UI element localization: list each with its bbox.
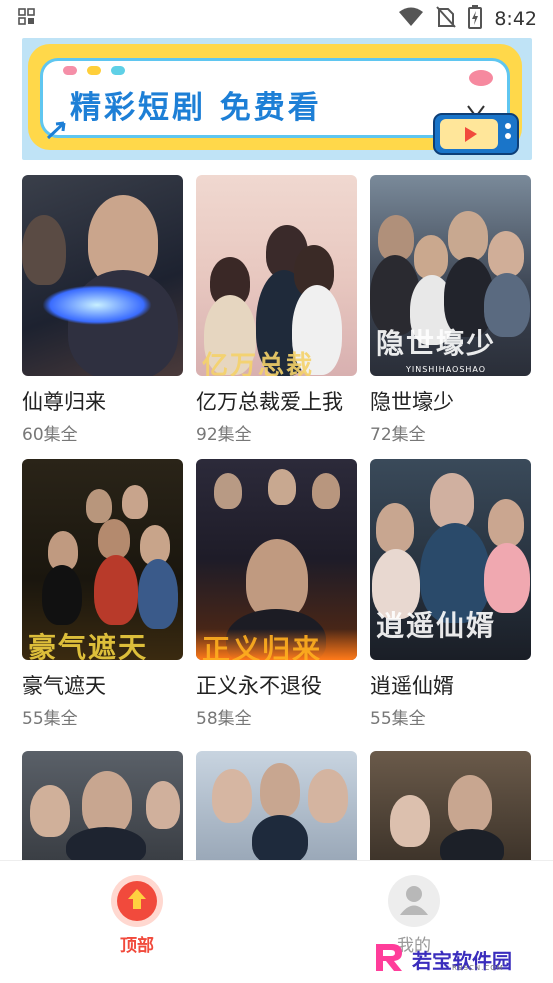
no-sim-icon	[436, 6, 457, 32]
poster-subtitle: YINSHIHAOSHAO	[406, 365, 487, 374]
drama-poster[interactable]: 亿万总裁	[196, 175, 357, 376]
drama-card[interactable]: 逍遥仙婿 逍遥仙婿 55集全	[370, 459, 531, 729]
drama-title: 逍遥仙婿	[370, 674, 454, 698]
drama-card[interactable]: 仙尊归来 60集全	[22, 175, 183, 445]
drama-card[interactable]	[22, 751, 183, 861]
tv-icon	[432, 102, 522, 158]
poster-overlay-text: 隐世壕少	[376, 327, 497, 360]
drama-episodes: 55集全	[370, 709, 426, 729]
cursor-arrow-icon	[46, 120, 68, 144]
avatar	[388, 875, 440, 927]
banner-dot-cyan	[111, 66, 125, 75]
watermark-logo-icon	[372, 940, 406, 978]
drama-episodes: 60集全	[22, 425, 78, 445]
drama-episodes: 55集全	[22, 709, 78, 729]
promo-banner[interactable]: 精彩短剧 免费看	[22, 38, 532, 160]
drama-poster[interactable]	[196, 751, 357, 861]
battery-charging-icon	[468, 5, 483, 33]
drama-card[interactable]	[370, 751, 531, 861]
drama-card[interactable]: 正义归来 正义永不退役 58集全	[196, 459, 357, 729]
nav-top-button[interactable]: 顶部	[111, 875, 163, 956]
drama-title: 豪气遮天	[22, 674, 106, 698]
drama-card[interactable]: 亿万总裁 亿万总裁爱上我 92集全	[196, 175, 357, 445]
drama-card[interactable]: 隐世壕少 YINSHIHAOSHAO 隐世壕少 72集全	[370, 175, 531, 445]
drama-title: 隐世壕少	[370, 390, 454, 414]
banner-dot-pink	[63, 66, 77, 75]
banner-dot-yellow	[87, 66, 101, 75]
drama-title: 正义永不退役	[196, 674, 322, 698]
drama-episodes: 58集全	[196, 709, 252, 729]
drama-poster[interactable]	[22, 751, 183, 861]
nav-top-label: 顶部	[120, 936, 154, 956]
drama-episodes: 72集全	[370, 425, 426, 445]
drama-card[interactable]: 豪气遮天 豪气遮天 55集全	[22, 459, 183, 729]
drama-poster[interactable]: 逍遥仙婿	[370, 459, 531, 660]
drama-poster[interactable]: 豪气遮天	[22, 459, 183, 660]
watermark: 若宝软件园 RBSCN.COM	[372, 940, 512, 978]
banner-bubble	[469, 70, 493, 86]
poster-overlay-text: 豪气遮天	[28, 631, 149, 660]
drama-title: 亿万总裁爱上我	[196, 390, 343, 414]
status-time: 8:42	[494, 8, 537, 30]
drama-episodes: 92集全	[196, 425, 252, 445]
poster-overlay-text: 正义归来	[202, 633, 323, 660]
drama-poster[interactable]: 隐世壕少 YINSHIHAOSHAO	[370, 175, 531, 376]
user-icon	[397, 882, 431, 920]
arrow-up-icon	[126, 887, 148, 915]
grid-icon	[18, 8, 36, 30]
drama-poster[interactable]: 正义归来	[196, 459, 357, 660]
banner-title: 精彩短剧 免费看	[70, 90, 322, 126]
nav-top-badge	[111, 875, 163, 927]
drama-poster[interactable]	[370, 751, 531, 861]
watermark-sub: RBSCN.COM	[452, 964, 504, 972]
poster-overlay-text: 亿万总裁	[202, 351, 315, 376]
drama-card[interactable]	[196, 751, 357, 861]
poster-overlay-text: 逍遥仙婿	[376, 609, 497, 642]
status-bar: 8:42	[0, 0, 553, 38]
drama-title: 仙尊归来	[22, 390, 106, 414]
drama-poster[interactable]	[22, 175, 183, 376]
wifi-icon	[398, 7, 424, 31]
